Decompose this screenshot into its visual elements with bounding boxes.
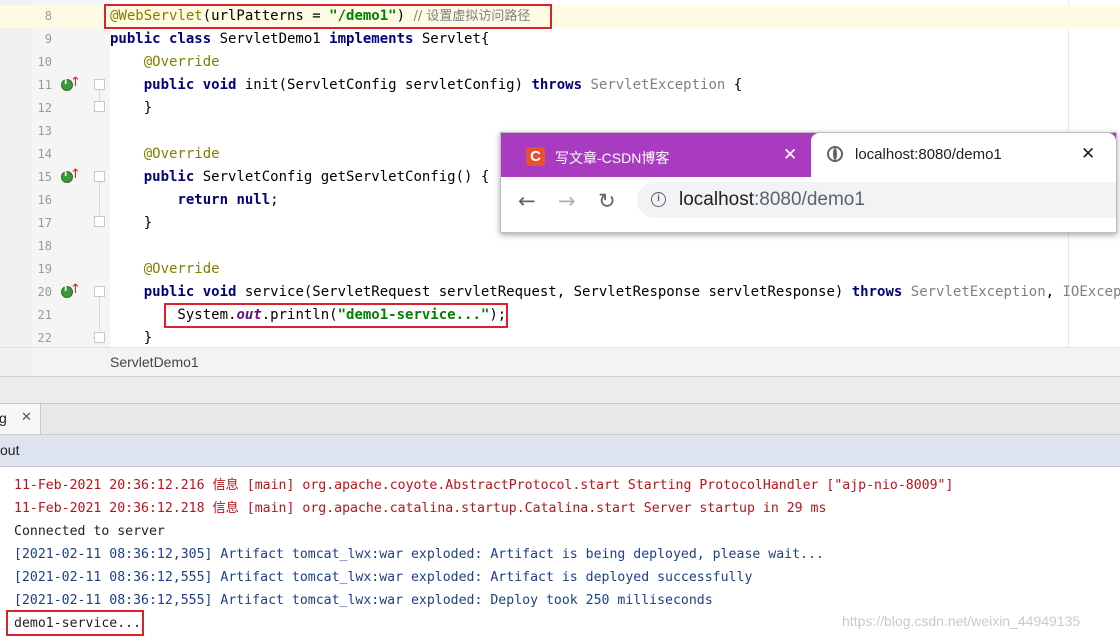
panel-divider[interactable] bbox=[0, 376, 1120, 404]
console-line: Connected to server bbox=[14, 524, 165, 539]
url-text: localhost:8080/demo1 bbox=[679, 189, 865, 210]
output-tab-bar: out bbox=[0, 435, 1120, 467]
browser-toolbar: ← → ↻ i localhost:8080/demo1 bbox=[501, 177, 1116, 232]
code-text: } bbox=[110, 215, 153, 231]
line-number[interactable]: 10 bbox=[32, 51, 52, 74]
code-text: } bbox=[110, 100, 153, 116]
line-number[interactable]: 15 bbox=[32, 166, 52, 189]
annotation-highlight-box bbox=[104, 4, 552, 29]
fold-marker-icon[interactable] bbox=[94, 101, 105, 112]
code-text: public ServletConfig getServletConfig() … bbox=[143, 169, 490, 185]
println-highlight-box bbox=[164, 303, 508, 328]
watermark: https://blog.csdn.net/weixin_44949135 bbox=[842, 613, 1081, 629]
line-number[interactable]: 14 bbox=[32, 143, 52, 166]
code-line[interactable]: 11 public void init(ServletConfig servle… bbox=[0, 74, 1120, 97]
breadcrumb: ServletDemo1 bbox=[0, 347, 1120, 376]
fold-marker-icon[interactable] bbox=[94, 286, 105, 297]
code-line[interactable]: 22 } bbox=[0, 327, 1120, 347]
forward-button[interactable]: → bbox=[558, 190, 576, 212]
reload-button[interactable]: ↻ bbox=[598, 190, 616, 212]
console-line: 11-Feb-2021 20:36:12.216 信息 [main] org.a… bbox=[14, 478, 954, 493]
output-highlight-box bbox=[6, 610, 144, 636]
globe-icon bbox=[827, 146, 843, 162]
browser-tab-localhost[interactable]: localhost:8080/demo1 ✕ bbox=[811, 133, 1116, 177]
code-line[interactable]: 10 @Override bbox=[0, 51, 1120, 74]
browser-window: C 写文章-CSDN博客 ✕ localhost:8080/demo1 ✕ ← … bbox=[500, 132, 1117, 233]
run-tab-label: g bbox=[0, 410, 7, 426]
clipped-log-line bbox=[14, 467, 797, 475]
line-number[interactable]: 11 bbox=[32, 74, 52, 97]
code-text: @Override bbox=[143, 54, 220, 70]
code-line[interactable]: 9 public class ServletDemo1 implements Se… bbox=[0, 28, 1120, 51]
console-line: [2021-02-11 08:36:12,555] Artifact tomca… bbox=[14, 593, 713, 608]
code-line[interactable]: 18 bbox=[0, 235, 1120, 258]
address-bar[interactable]: i localhost:8080/demo1 bbox=[637, 182, 1116, 218]
console-line: [2021-02-11 08:36:12,305] Artifact tomca… bbox=[14, 547, 824, 562]
code-text: @Override bbox=[143, 146, 220, 162]
code-text: @Override bbox=[143, 261, 220, 277]
code-text: public void service(ServletRequest servl… bbox=[143, 284, 1120, 300]
info-icon[interactable]: i bbox=[651, 192, 666, 207]
line-number[interactable]: 17 bbox=[32, 212, 52, 235]
tab-title: 写文章-CSDN博客 bbox=[555, 150, 670, 166]
output-tab-label[interactable]: out bbox=[0, 442, 19, 458]
code-text: return null; bbox=[177, 192, 279, 208]
line-number[interactable]: 20 bbox=[32, 281, 52, 304]
close-icon[interactable]: ✕ bbox=[1081, 144, 1095, 164]
line-number[interactable]: 22 bbox=[32, 327, 52, 347]
code-line[interactable]: 12 } bbox=[0, 97, 1120, 120]
console-line: 11-Feb-2021 20:36:12.218 信息 [main] org.a… bbox=[14, 501, 827, 516]
line-number[interactable]: 9 bbox=[32, 28, 52, 51]
code-text: public void init(ServletConfig servletCo… bbox=[143, 77, 743, 93]
line-number[interactable]: 21 bbox=[32, 304, 52, 327]
line-number[interactable]: 19 bbox=[32, 258, 52, 281]
back-button[interactable]: ← bbox=[518, 190, 536, 212]
go-to-super-icon[interactable]: ↑ bbox=[70, 168, 81, 182]
line-number[interactable]: 12 bbox=[32, 97, 52, 120]
code-line[interactable]: 20 public void service(ServletRequest se… bbox=[0, 281, 1120, 304]
line-number[interactable]: 13 bbox=[32, 120, 52, 143]
code-line[interactable]: 19 @Override bbox=[0, 258, 1120, 281]
browser-tab-csdn[interactable]: C 写文章-CSDN博客 ✕ bbox=[509, 139, 809, 177]
console-line: [2021-02-11 08:36:12,555] Artifact tomca… bbox=[14, 570, 753, 585]
fold-marker-icon[interactable] bbox=[94, 79, 105, 90]
fold-marker-icon[interactable] bbox=[94, 171, 105, 182]
tab-title: localhost:8080/demo1 bbox=[855, 146, 1002, 163]
run-config-tab[interactable]: g ✕ bbox=[0, 404, 41, 434]
close-icon[interactable]: ✕ bbox=[783, 145, 797, 165]
line-number[interactable]: 16 bbox=[32, 189, 52, 212]
csdn-favicon-icon: C bbox=[526, 147, 545, 166]
code-text: } bbox=[110, 330, 153, 346]
browser-tab-strip: C 写文章-CSDN博客 ✕ localhost:8080/demo1 ✕ bbox=[501, 133, 1116, 177]
close-icon[interactable]: ✕ bbox=[21, 410, 32, 425]
go-to-super-icon[interactable]: ↑ bbox=[70, 283, 81, 297]
line-number[interactable]: 8 bbox=[32, 5, 52, 28]
breadcrumb-class-name[interactable]: ServletDemo1 bbox=[110, 354, 199, 370]
line-number[interactable]: 18 bbox=[32, 235, 52, 258]
go-to-super-icon[interactable]: ↑ bbox=[70, 76, 81, 90]
run-tab-bar: g ✕ bbox=[0, 403, 1120, 435]
console-output[interactable]: 11-Feb-2021 20:36:12.216 信息 [main] org.a… bbox=[0, 467, 1120, 641]
code-text: public class ServletDemo1 implements Ser… bbox=[110, 31, 490, 47]
fold-marker-icon[interactable] bbox=[94, 216, 105, 227]
fold-marker-icon[interactable] bbox=[94, 332, 105, 343]
